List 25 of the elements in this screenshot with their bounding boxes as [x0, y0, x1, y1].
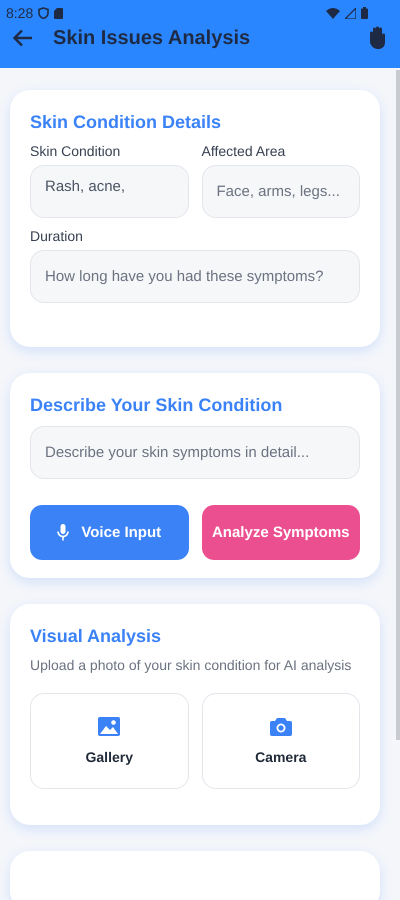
gallery-button[interactable]: Gallery — [30, 693, 188, 789]
shield-icon — [38, 7, 50, 19]
field-label: Duration — [30, 228, 84, 244]
signal-icon — [345, 8, 356, 18]
status-time: 8:28 — [6, 5, 34, 21]
description-field[interactable]: Describe your skin symptoms in detail... — [30, 426, 360, 479]
field-label: Affected Area — [202, 143, 286, 159]
camera-icon — [270, 718, 292, 736]
image-icon — [98, 717, 120, 736]
battery-icon — [361, 7, 368, 19]
screen-title: Skin Issues Analysis — [53, 26, 252, 50]
microphone-icon — [57, 524, 70, 541]
field-label: Skin Condition — [30, 143, 122, 159]
camera-button[interactable]: Camera — [202, 693, 360, 789]
sd-card-icon — [54, 8, 64, 18]
wifi-icon — [326, 8, 340, 18]
section-title: Visual Analysis — [30, 626, 162, 647]
input-field[interactable]: Face, arms, legs... — [202, 165, 360, 218]
voice-input-button[interactable]: Voice Input — [30, 505, 188, 560]
input-field[interactable]: How long have you had these symptoms? — [30, 250, 360, 303]
input-field[interactable]: Rash, acne, — [30, 165, 188, 218]
section-title: Skin Condition Details — [30, 112, 222, 133]
back-arrow-icon[interactable] — [13, 29, 33, 47]
section-subtitle: Upload a photo of your skin condition for AI analysis — [30, 657, 352, 673]
section-title: Describe Your Skin Condition — [30, 395, 284, 416]
